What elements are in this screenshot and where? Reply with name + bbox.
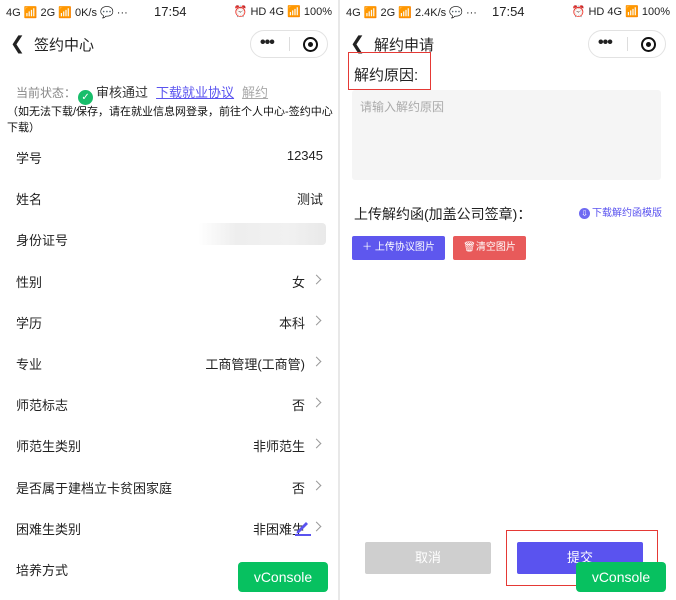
close-target-icon[interactable] [641,37,656,52]
trash-icon: 🗑 [463,242,476,253]
upload-title: 上传解约函(加盖公司签章)： [354,206,532,222]
row-name: 姓名 测试 [0,176,338,217]
terminate-link[interactable]: 解约 [242,85,268,100]
row-gender[interactable]: 性别 女 [0,259,338,300]
capsule-divider [627,37,628,51]
more-icon[interactable]: ••• [598,34,613,52]
status-bar-battery: ⏰ HD 4G 📶 100% [233,6,332,18]
back-icon[interactable]: ❮ [10,34,25,52]
clear-images-label: 清空图片 [475,242,516,253]
close-target-icon[interactable] [303,37,318,52]
reason-title: 解约原因: [354,67,419,84]
row-value: 12345 [286,148,323,163]
row-label: 师范标志 [16,398,69,414]
agreement-status: 当前状态： ✓ 审核通过 下载就业协议 解约 [16,82,268,105]
status-label: 当前状态： [16,86,77,100]
row-poverty-family[interactable]: 是否属于建档立卡贫困家庭 否 [0,465,338,506]
status-bar: 4G 📶 2G 📶 2.4K/s 💬 ··· 17:54 ⏰ HD 4G 📶 1… [340,0,676,24]
status-bar: 4G 📶 2G 📶 0K/s 💬 ··· 17:54 ⏰ HD 4G 📶 100… [0,0,338,24]
row-value: 否 [291,480,305,496]
row-value: 测试 [296,192,323,208]
upload-image-label: 上传协议图片 [374,242,435,253]
download-agreement-link[interactable]: 下载就业协议 [156,85,234,100]
vconsole-button[interactable]: vConsole [576,562,666,592]
download-icon: ⇩ [579,208,590,219]
reason-input[interactable] [352,90,661,180]
capsule-divider [289,37,290,51]
download-template-link[interactable]: ⇩ 下载解约函模版 [579,204,662,219]
row-hardship-category[interactable]: 困难生类别 非困难生 [0,506,338,547]
student-info-list: 学号 12345 姓名 测试 身份证号 性别 女 学历 本科 专业 工商管理(工… [0,135,338,588]
row-label: 专业 [16,356,43,372]
chevron-right-icon [311,315,322,326]
row-education[interactable]: 学历 本科 [0,300,338,341]
status-bar-time: 17:54 [154,4,187,19]
download-template-label: 下载解约函模版 [592,208,662,219]
status-value: 审核通过 [96,85,149,100]
row-label: 困难生类别 [16,521,82,537]
nav-bar: ❮ 签约中心 ••• [0,26,338,62]
status-bar-battery: ⏰ HD 4G 📶 100% [571,6,670,18]
row-major[interactable]: 专业 工商管理(工商管) [0,341,338,382]
chevron-right-icon [311,480,322,490]
row-value-redacted [198,223,326,248]
row-normal-flag[interactable]: 师范标志 否 [0,382,338,423]
vconsole-button[interactable]: vConsole [238,562,328,592]
chevron-right-icon [311,438,322,449]
signing-center-screen: 4G 📶 2G 📶 0K/s 💬 ··· 17:54 ⏰ HD 4G 📶 100… [0,0,338,600]
mini-program-capsule: ••• [250,30,328,58]
chevron-right-icon [311,356,322,367]
mini-program-capsule: ••• [588,30,666,58]
check-circle-icon: ✓ [78,90,94,105]
status-bar-time: 17:54 [492,4,525,19]
chevron-right-icon [311,397,322,408]
row-label: 学历 [16,315,43,331]
back-icon[interactable]: ❮ [350,34,365,52]
page-title: 签约中心 [34,37,95,54]
row-label: 师范生类别 [16,439,82,455]
status-bar-network: 4G 📶 2G 📶 0K/s 💬 ··· [6,7,128,19]
cancel-button[interactable]: 取消 [365,542,491,574]
chevron-right-icon [311,521,322,532]
more-icon[interactable]: ••• [260,34,275,52]
plus-icon: ＋ [362,242,375,253]
status-bar-network: 4G 📶 2G 📶 2.4K/s 💬 ··· [346,7,477,19]
row-value: 否 [291,398,305,414]
clear-images-button[interactable]: 🗑清空图片 [453,236,526,260]
row-id-number: 身份证号 [0,217,338,258]
row-value: 女 [291,274,305,290]
row-value: 工商管理(工商管) [205,356,305,372]
chevron-right-icon [311,274,322,285]
row-normal-category[interactable]: 师范生类别 非师范生 [0,423,338,464]
pencil-icon [295,521,311,536]
redaction-blur [198,223,326,246]
download-note: （如无法下载/保存，请在就业信息网登录，前往个人中心-签约中心下载） [7,106,333,134]
termination-request-screen: 4G 📶 2G 📶 2.4K/s 💬 ··· 17:54 ⏰ HD 4G 📶 1… [340,0,676,600]
row-value: 本科 [278,315,305,331]
upload-image-button[interactable]: ＋ 上传协议图片 [352,236,445,260]
row-student-id: 学号 12345 [0,135,338,176]
row-label: 姓名 [16,192,43,208]
row-label: 学号 [16,151,43,166]
row-value: 非师范生 [252,439,305,455]
row-label: 身份证号 [16,233,69,249]
row-label: 是否属于建档立卡贫困家庭 [16,480,173,496]
row-label: 培养方式 [16,562,69,578]
row-label: 性别 [16,274,43,290]
